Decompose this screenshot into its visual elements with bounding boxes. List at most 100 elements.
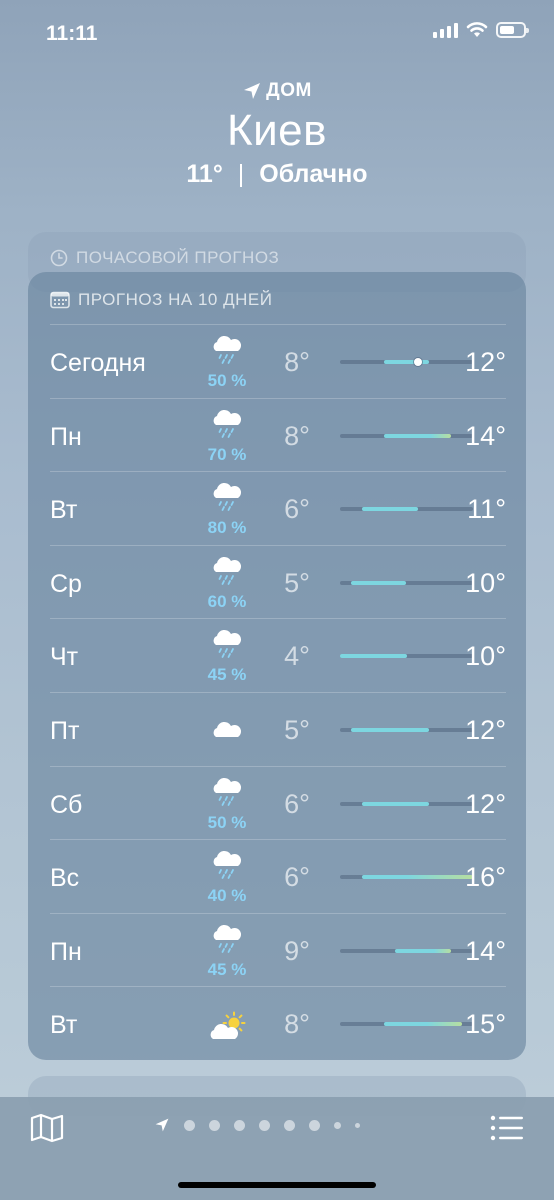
forecast-row[interactable]: Пт 5° 12° [50,691,506,766]
ten-day-forecast-title: ПРОГНОЗ НА 10 ДНЕЙ [78,290,273,309]
low-temperature: 4° [284,641,310,672]
precipitation-chance: 70 % [207,444,247,464]
low-temperature: 5° [284,714,310,745]
forecast-row[interactable]: Чт 45 % 4° 10° [50,618,506,692]
list-icon[interactable] [490,1115,524,1141]
temperature-range-bar [340,801,473,806]
temperature-range-bar [340,1022,473,1027]
weather-icon-cell: 50 % [196,333,258,391]
calendar-icon [50,291,70,309]
page-dot[interactable] [234,1119,245,1131]
bottom-toolbar [0,1097,554,1200]
day-label: Вт [50,496,78,525]
cloud-rain-icon [213,630,242,659]
day-label: Пн [50,422,82,451]
precipitation-chance: 45 % [207,665,247,685]
temperature-range-bar [340,654,473,659]
temperature-range-fill [351,727,429,732]
forecast-row[interactable]: Вт 80 % 6° 11° [50,471,506,545]
high-temperature: 16° [465,862,506,893]
temperature-range-fill [395,948,451,953]
page-dot[interactable] [209,1119,220,1131]
page-dot[interactable] [355,1122,360,1128]
current-conditions: 11° | Облачно [0,160,554,189]
weather-icon-cell: 50 % [196,775,258,833]
cloud-rain-icon [213,556,242,585]
precipitation-chance: 40 % [207,886,247,906]
forecast-rows: Сегодня 50 % 8° 12° Пн 70 % 8° 14° Вт 80 % 6° 11° Ср… [50,324,506,1060]
location-line: ДОМ [0,80,554,102]
temperature-range-bar [340,433,473,438]
cloud-icon [213,721,242,737]
day-label: Вт [50,1011,78,1040]
status-time: 11:11 [46,22,98,45]
weather-icon-cell: 40 % [196,848,258,906]
high-temperature: 10° [465,641,506,672]
home-indicator[interactable] [178,1182,376,1188]
forecast-row[interactable]: Сегодня 50 % 8° 12° [50,324,506,398]
cloud-rain-icon [213,483,242,512]
low-temperature: 9° [284,935,310,966]
forecast-row[interactable]: Пн 45 % 9° 14° [50,912,506,987]
temperature-range-fill [340,654,407,659]
high-temperature: 10° [465,567,506,598]
weather-icon-cell [196,995,258,1053]
temperature-range-fill [362,507,418,512]
day-label: Сегодня [50,349,146,377]
weather-icon-cell: 45 % [196,627,258,685]
weather-icon-cell: 80 % [196,480,258,538]
hourly-forecast-title: ПОЧАСОВОЙ ПРОГНОЗ [76,248,280,267]
page-dot[interactable] [259,1119,270,1131]
cloud-rain-icon [213,851,242,880]
day-label: Вс [50,864,80,893]
current-temperature-dot [413,358,422,366]
temperature-range-fill [384,360,429,364]
page-dot[interactable] [309,1119,320,1131]
clock-icon [50,249,68,267]
page-dot[interactable] [334,1121,341,1129]
weather-icon-cell: 60 % [196,554,258,612]
location-header: ДОМ Киев 11° | Облачно [0,80,554,189]
status-icons [433,22,529,38]
forecast-row[interactable]: Пн 70 % 8° 14° [50,397,506,472]
page-indicator[interactable] [154,1117,360,1133]
ten-day-forecast-card[interactable]: ПРОГНОЗ НА 10 ДНЕЙ Сегодня 50 % 8° 12° Пн 70 … [28,272,526,1060]
status-bar: 11:11 [0,0,554,66]
day-label: Пт [50,716,80,745]
separator: | [237,160,245,188]
cellular-signal-icon [433,22,458,38]
day-label: Пн [50,937,82,966]
page-dot[interactable] [284,1119,295,1131]
weather-icon-cell: 70 % [196,407,258,465]
high-temperature: 15° [465,1009,506,1040]
current-location-page-icon[interactable] [154,1117,170,1133]
day-label: Чт [50,643,79,672]
day-label: Сб [50,790,83,819]
page-dot[interactable] [184,1119,195,1131]
temperature-range-bar [340,948,473,953]
forecast-row[interactable]: Ср 60 % 5° 10° [50,544,506,619]
battery-icon [496,22,529,38]
forecast-row[interactable]: Вс 40 % 6° 16° [50,839,506,913]
wifi-icon [466,22,488,37]
cloud-rain-icon [213,409,242,438]
temperature-range-bar [340,875,473,880]
current-temperature: 11° [186,160,223,188]
temperature-range-fill [362,801,429,806]
cloud-rain-icon [213,777,242,806]
weather-icon-cell: 45 % [196,922,258,980]
forecast-row[interactable]: Вт 8° 15° [50,986,506,1060]
temperature-range-fill [362,875,473,880]
temperature-range-fill [384,1022,462,1027]
low-temperature: 6° [284,862,310,893]
forecast-row[interactable]: Сб 50 % 6° 12° [50,765,506,840]
hourly-forecast-header: ПОЧАСОВОЙ ПРОГНОЗ [50,248,279,268]
ten-day-forecast-header: ПРОГНОЗ НА 10 ДНЕЙ [50,290,272,310]
weather-icon-cell [196,701,258,759]
high-temperature: 11° [467,494,506,525]
map-icon[interactable] [30,1113,64,1143]
precipitation-chance: 80 % [207,518,247,538]
low-temperature: 6° [284,788,310,819]
day-label: Ср [50,569,82,598]
precipitation-chance: 50 % [207,812,247,832]
